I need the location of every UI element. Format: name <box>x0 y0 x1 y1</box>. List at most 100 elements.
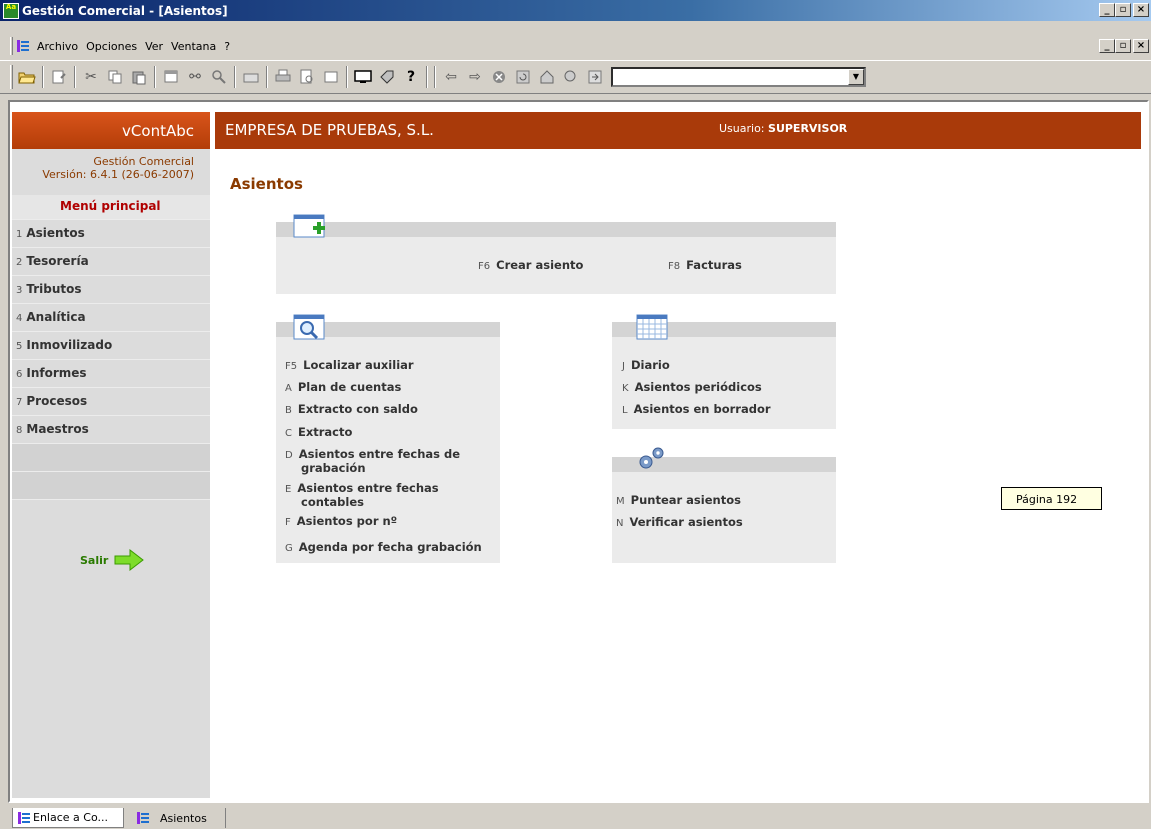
address-combobox[interactable]: ▼ <box>611 67 866 87</box>
asientos-por-numero-link[interactable]: F Asientos por nº <box>285 515 397 529</box>
sidebar-item-procesos[interactable]: 7 Procesos <box>12 387 210 415</box>
asientos-entre-fechas-grabacion-link[interactable]: D Asientos entre fechas de grabación <box>285 448 460 474</box>
plan-de-cuentas-link[interactable]: A Plan de cuentas <box>285 381 401 395</box>
minimize-button[interactable]: _ <box>1099 3 1115 17</box>
asientos-periodicos-link[interactable]: K Asientos periódicos <box>622 381 762 395</box>
binoculars-icon[interactable]: ⚯ <box>184 66 206 88</box>
item-label: Diario <box>630 358 670 372</box>
menu-ventana[interactable]: Ventana <box>167 40 220 53</box>
sidebar-item-number: 8 <box>16 425 23 436</box>
child-minimize-button[interactable]: _ <box>1099 39 1115 53</box>
menu-bar: Archivo Opciones Ver Ventana ? _ ▫ × <box>0 35 1151 57</box>
sidebar-item-informes[interactable]: 6 Informes <box>12 359 210 387</box>
localizar-auxiliar-link[interactable]: F5 Localizar auxiliar <box>285 359 414 373</box>
toolbar-separator <box>42 66 44 88</box>
page-setup-icon[interactable] <box>320 66 342 88</box>
tab-asientos[interactable]: Asientos <box>126 808 226 828</box>
menu-archivo[interactable]: Archivo <box>33 40 82 53</box>
search-icon[interactable] <box>208 66 230 88</box>
shortcut-key: K <box>622 383 629 394</box>
help-icon[interactable]: ? <box>400 66 422 88</box>
tag-icon[interactable] <box>376 66 398 88</box>
stop-icon[interactable] <box>488 66 510 88</box>
window-icon[interactable] <box>160 66 182 88</box>
keyboard-icon[interactable] <box>240 66 262 88</box>
agenda-por-fecha-link[interactable]: G Agenda por fecha grabación <box>285 541 482 555</box>
shortcut-key: F <box>285 517 291 528</box>
item-label: Crear asiento <box>496 258 584 272</box>
exit-label: Salir <box>80 553 109 567</box>
toolbar-separator <box>266 66 268 88</box>
cut-icon[interactable]: ✂ <box>80 66 102 88</box>
toolbar-separator <box>426 66 428 88</box>
paste-icon[interactable] <box>128 66 150 88</box>
refresh-icon[interactable] <box>512 66 534 88</box>
asientos-en-borrador-link[interactable]: L Asientos en borrador <box>622 403 771 417</box>
diario-link[interactable]: J Diario <box>622 359 670 373</box>
go-icon[interactable] <box>584 66 606 88</box>
item-label-line2: grabación <box>301 461 366 475</box>
sidebar-item-analitica[interactable]: 4 Analítica <box>12 303 210 331</box>
edit-document-icon[interactable] <box>48 66 70 88</box>
sidebar-item-number: 6 <box>16 369 23 380</box>
document-window-icon[interactable] <box>16 39 30 53</box>
home-icon[interactable] <box>536 66 558 88</box>
page-title: Asientos <box>230 175 303 193</box>
window-title: Gestión Comercial - [Asientos] <box>22 3 228 18</box>
verificar-asientos-link[interactable]: N Verificar asientos <box>616 516 743 530</box>
sidebar-item-asientos[interactable]: 1 Asientos <box>12 219 210 247</box>
menu-ver[interactable]: Ver <box>141 40 167 53</box>
shortcut-key: F5 <box>285 361 298 372</box>
window-tabs-bar: Enlace a Co... Asientos <box>0 806 1151 829</box>
sidebar-item-tesoreria[interactable]: 2 Tesorería <box>12 247 210 275</box>
child-restore-button[interactable]: ▫ <box>1115 39 1131 53</box>
tab-enlace[interactable]: Enlace a Co... <box>12 808 124 828</box>
toolbar-grip[interactable] <box>10 65 13 89</box>
toolbar: ✂ ⚯ ? ⇦ ⇨ ▼ <box>0 60 1151 94</box>
gears-icon <box>639 447 664 469</box>
child-close-button[interactable]: × <box>1133 39 1149 53</box>
forward-arrow-icon[interactable]: ⇨ <box>464 66 486 88</box>
sidebar-item-maestros[interactable]: 8 Maestros <box>12 415 210 443</box>
item-label: Puntear asientos <box>630 493 741 507</box>
open-folder-icon[interactable] <box>16 66 38 88</box>
arrow-right-icon[interactable] <box>114 549 145 571</box>
sidebar-item-label: Informes <box>26 366 87 380</box>
panel-header-bar <box>276 222 836 237</box>
create-panel: F6 Crear asiento F8 Facturas <box>276 214 836 294</box>
item-label: Plan de cuentas <box>297 380 402 394</box>
sidebar-item-number: 5 <box>16 341 23 352</box>
menu-help[interactable]: ? <box>220 40 234 53</box>
chevron-down-icon[interactable]: ▼ <box>848 69 864 85</box>
asientos-entre-fechas-contables-link[interactable]: E Asientos entre fechas contables <box>285 482 439 508</box>
maximize-button[interactable]: ▫ <box>1115 3 1131 17</box>
exit-button[interactable]: Salir <box>80 549 210 571</box>
menu-opciones[interactable]: Opciones <box>82 40 141 53</box>
search-panel: F5 Localizar auxiliar A Plan de cuentas BE… <box>276 314 500 563</box>
print-preview-icon[interactable] <box>296 66 318 88</box>
window-titlebar[interactable]: Aa Gestión Comercial - [Asientos] _ ▫ × <box>0 0 1151 21</box>
search-web-icon[interactable] <box>560 66 582 88</box>
extracto-link[interactable]: C Extracto <box>285 426 352 440</box>
content-header: EMPRESA DE PRUEBAS, S.L. Usuario: SUPERV… <box>215 112 1141 149</box>
facturas-link[interactable]: F8 Facturas <box>668 259 742 273</box>
screen-icon[interactable] <box>352 66 374 88</box>
sidebar-item-number: 4 <box>16 313 23 324</box>
extracto-con-saldo-link[interactable]: B Extracto con saldo <box>285 403 418 417</box>
copy-icon[interactable] <box>104 66 126 88</box>
sidebar-item-number: 7 <box>16 397 23 408</box>
app-icon[interactable]: Aa <box>3 2 19 19</box>
puntear-asientos-link[interactable]: M Puntear asientos <box>616 494 741 508</box>
back-arrow-icon[interactable]: ⇦ <box>440 66 462 88</box>
crear-asiento-link[interactable]: F6 Crear asiento <box>478 259 583 273</box>
toolbar-separator <box>346 66 348 88</box>
print-icon[interactable] <box>272 66 294 88</box>
close-button[interactable]: × <box>1133 3 1149 17</box>
toolbar-separator <box>234 66 236 88</box>
shortcut-key: L <box>622 405 628 416</box>
sidebar-item-tributos[interactable]: 3 Tributos <box>12 275 210 303</box>
tab-label: Enlace a Co... <box>33 811 108 824</box>
sidebar-blank-row <box>12 443 210 471</box>
menubar-grip[interactable] <box>10 37 13 55</box>
sidebar-item-inmovilizado[interactable]: 5 Inmovilizado <box>12 331 210 359</box>
